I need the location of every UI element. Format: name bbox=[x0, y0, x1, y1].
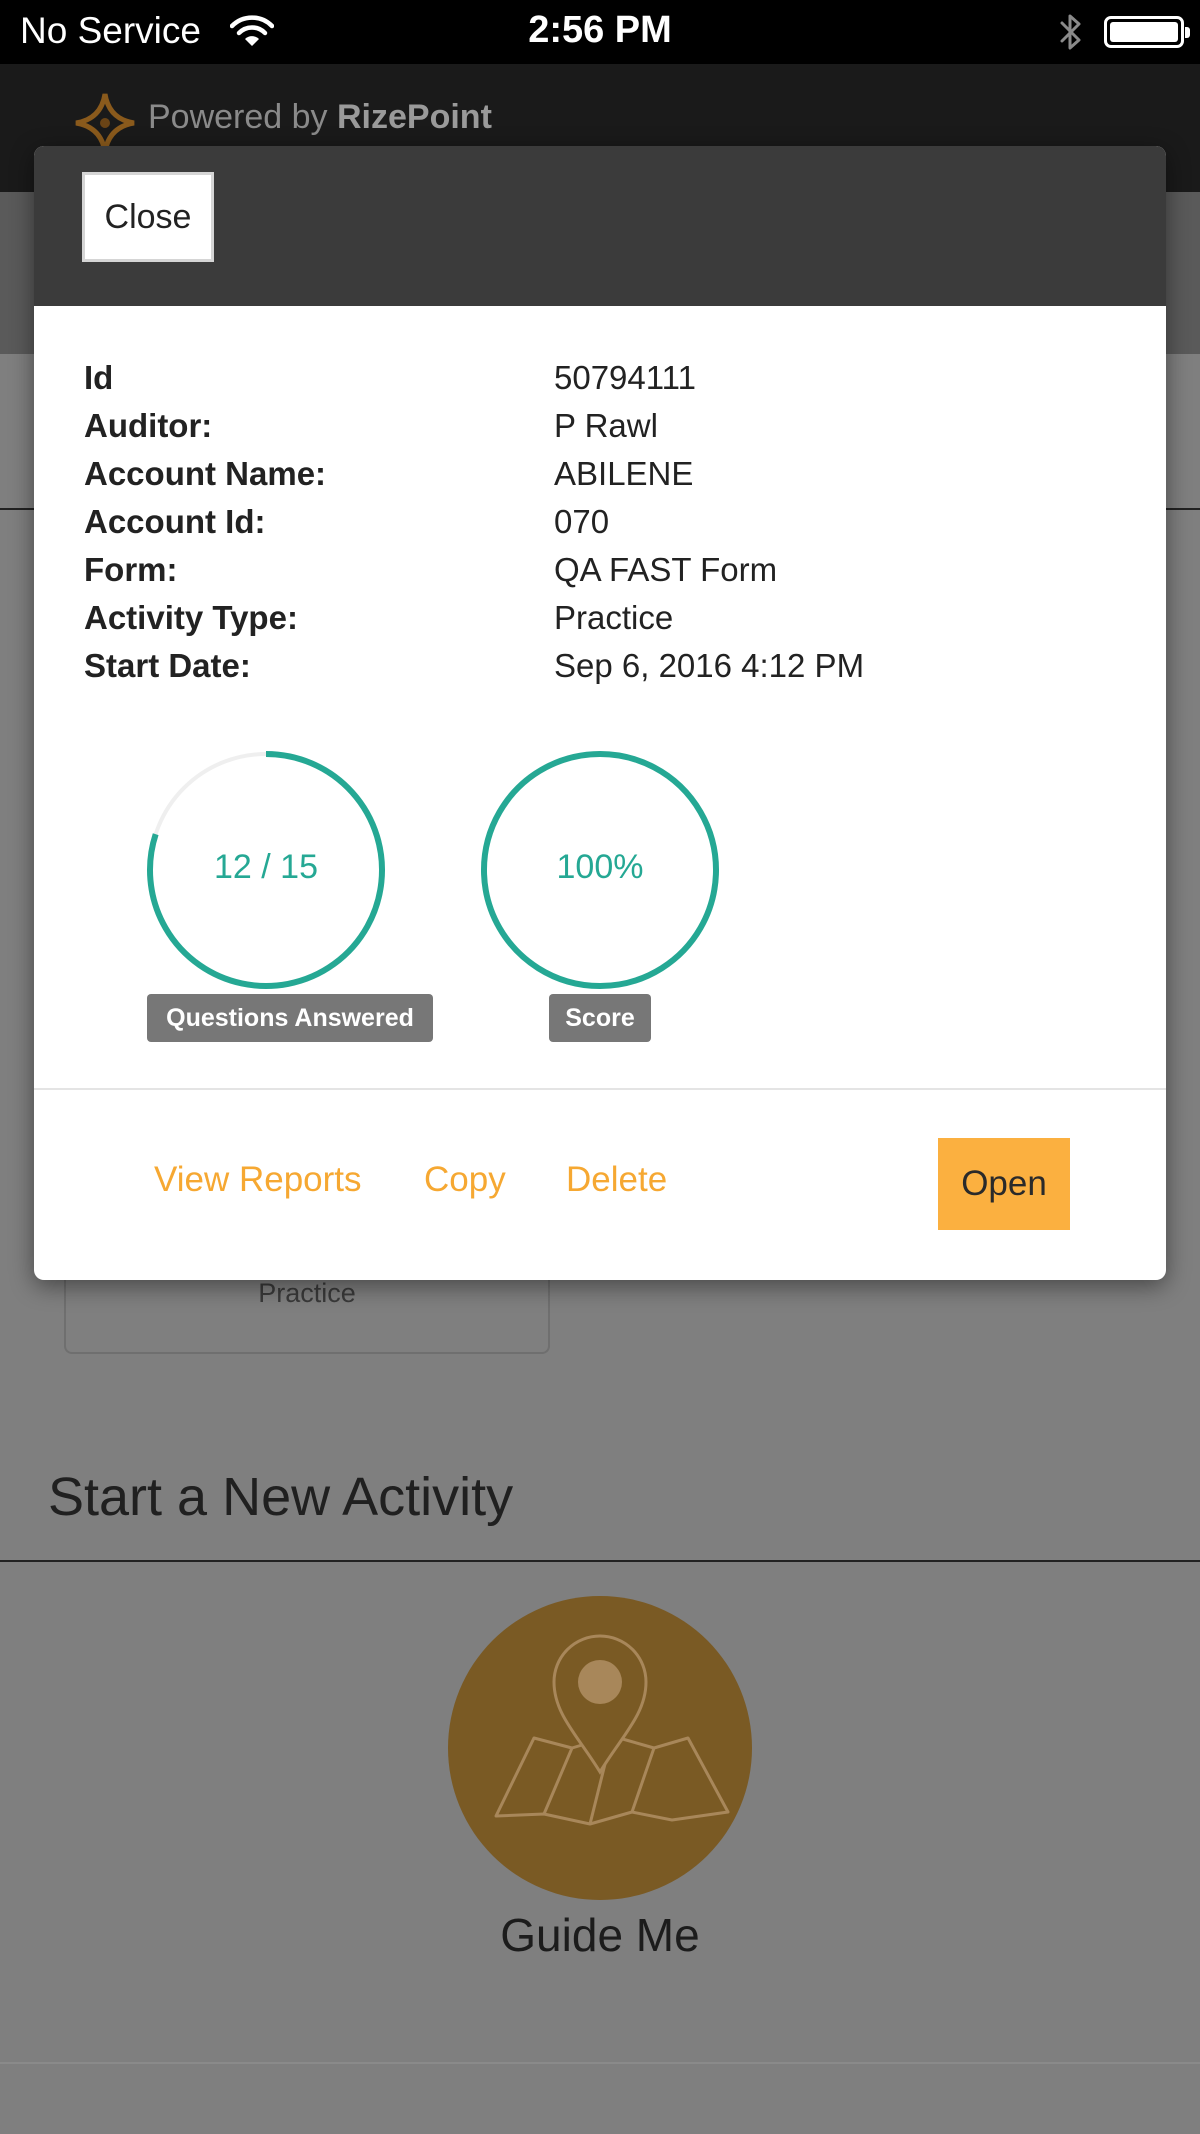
score-ring: 100% bbox=[480, 750, 720, 990]
brand-name: RizePoint bbox=[337, 98, 492, 136]
brand-text: Powered by RizePoint bbox=[148, 98, 492, 137]
detail-label: Account Name: bbox=[84, 455, 327, 492]
detail-value: 50794111 bbox=[554, 359, 696, 396]
divider bbox=[0, 1560, 1200, 1562]
open-button[interactable]: Open bbox=[938, 1138, 1070, 1230]
score-badge: Score bbox=[549, 994, 651, 1042]
detail-label: Activity Type: bbox=[84, 599, 298, 636]
detail-value: Practice bbox=[554, 599, 674, 636]
detail-value: P Rawl bbox=[554, 407, 658, 444]
map-pin-icon bbox=[494, 1634, 730, 1826]
questions-answered-badge: Questions Answered bbox=[147, 994, 433, 1042]
modal-header: Close bbox=[34, 146, 1166, 306]
questions-answered-ring: 12 / 15 bbox=[146, 750, 386, 990]
close-button[interactable]: Close bbox=[82, 172, 214, 262]
detail-label: Id bbox=[84, 359, 114, 396]
battery-icon bbox=[1104, 16, 1190, 48]
clock-label: 2:56 PM bbox=[528, 9, 672, 51]
detail-label: Auditor: bbox=[84, 407, 213, 444]
guide-me-label: Guide Me bbox=[500, 1909, 700, 1961]
divider bbox=[0, 2062, 1200, 2064]
detail-label: Start Date: bbox=[84, 647, 251, 684]
activity-details-modal: Close Id 50794111 Auditor: P Rawl Account Na… bbox=[34, 146, 1166, 1280]
modal-divider bbox=[34, 1088, 1166, 1090]
activity-card-type: Practice bbox=[258, 1278, 356, 1308]
section-title: Start a New Activity bbox=[48, 1467, 514, 1527]
view-reports-link[interactable]: View Reports bbox=[154, 1160, 362, 1200]
detail-value: QA FAST Form bbox=[554, 551, 778, 588]
detail-label: Account Id: bbox=[84, 503, 266, 540]
detail-label: Form: bbox=[84, 551, 178, 588]
status-bar: No Service 2:56 PM bbox=[0, 0, 1200, 64]
detail-value: ABILENE bbox=[554, 455, 694, 492]
detail-value: 070 bbox=[554, 503, 610, 540]
guide-me-button[interactable] bbox=[448, 1596, 752, 1900]
delete-link[interactable]: Delete bbox=[566, 1160, 667, 1200]
copy-link[interactable]: Copy bbox=[424, 1160, 506, 1200]
questions-answered-value: 12 / 15 bbox=[214, 848, 318, 886]
detail-value: Sep 6, 2016 4:12 PM bbox=[554, 647, 865, 684]
bluetooth-icon bbox=[1058, 12, 1084, 57]
brand-prefix: Powered by bbox=[148, 98, 328, 136]
score-value: 100% bbox=[556, 848, 644, 886]
